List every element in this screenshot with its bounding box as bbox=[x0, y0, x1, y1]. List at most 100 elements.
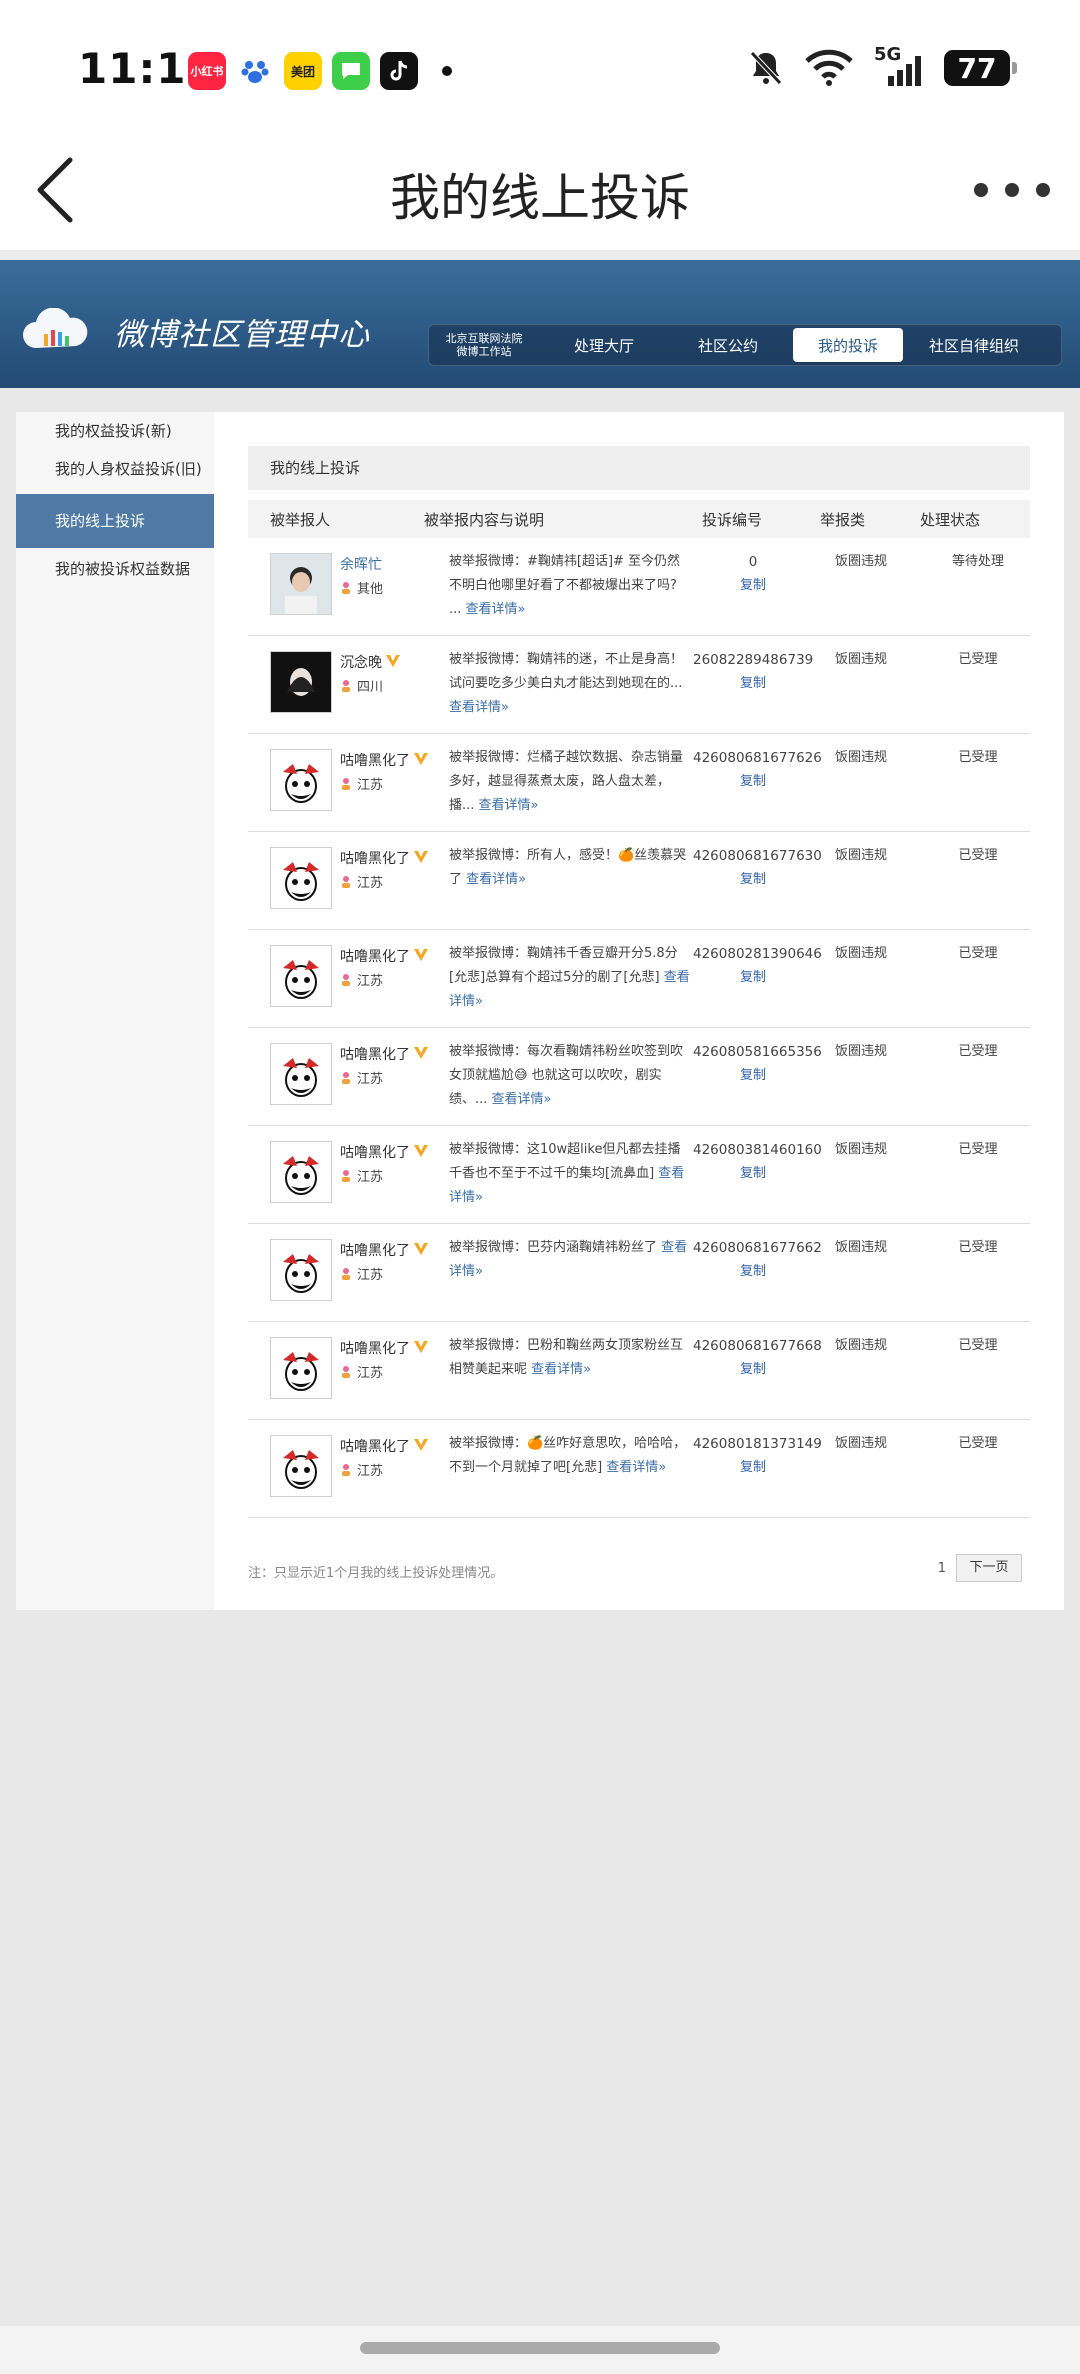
more-notifications-dot bbox=[442, 66, 452, 76]
avatar[interactable] bbox=[270, 1043, 332, 1105]
brand-title: 微博社区管理中心 bbox=[114, 316, 370, 353]
user-gender-icon bbox=[342, 1268, 350, 1280]
reported-user-name[interactable]: 咕噜黑化了 bbox=[340, 1142, 429, 1162]
pagination: 1 下一页 bbox=[938, 1554, 1022, 1582]
complaint-status: 已受理 bbox=[958, 1436, 998, 1451]
table-row: 余晖忙 其他 被举报微博：#鞠婧祎[超话]# 至今仍然不明白他哪里好看了不都被爆出来… bbox=[248, 538, 1030, 636]
reported-user-name[interactable]: 咕噜黑化了 bbox=[340, 848, 429, 868]
reported-user-name[interactable]: 咕噜黑化了 bbox=[340, 1044, 429, 1064]
user-location: 江苏 bbox=[340, 970, 383, 989]
complaint-type: 饭圈违规 bbox=[834, 848, 887, 863]
next-page-button[interactable]: 下一页 bbox=[956, 1554, 1022, 1582]
table-row: 咕噜黑化了 江苏 被举报微博：每次看鞠婧祎粉丝吹签到吹女顶就尴尬😅 也就这可以吹吹，… bbox=[248, 1028, 1030, 1126]
user-gender-icon bbox=[342, 1464, 350, 1476]
tab-beijing-court[interactable]: 北京互联网法院 微博工作站 bbox=[429, 328, 539, 362]
view-details-link[interactable]: 查看详情» bbox=[479, 798, 539, 813]
complaint-content: 被举报微博：鞠婧祎千香豆瓣开分5.8分[允悲]总算有个超过5分的剧了[允悲] 查… bbox=[449, 946, 690, 1009]
avatar[interactable] bbox=[270, 1239, 332, 1301]
user-gender-icon bbox=[342, 1366, 350, 1378]
complaint-number: 426080381460160 复制 bbox=[693, 1138, 822, 1186]
copy-link[interactable]: 复制 bbox=[693, 1260, 813, 1284]
tab-my-complaints[interactable]: 我的投诉 bbox=[793, 328, 903, 362]
view-details-link[interactable]: 查看详情» bbox=[531, 1362, 591, 1377]
copy-link[interactable]: 复制 bbox=[693, 770, 813, 794]
sidebar-item-complained-data[interactable]: 我的被投诉权益数据 bbox=[16, 558, 214, 579]
complaint-type: 饭圈违规 bbox=[834, 1044, 887, 1059]
more-options-icon[interactable] bbox=[974, 170, 1050, 210]
reported-user-name[interactable]: 咕噜黑化了 bbox=[340, 1338, 429, 1358]
user-location: 江苏 bbox=[340, 1166, 383, 1185]
table-row: 咕噜黑化了 江苏 被举报微博：巴芬内涵鞠婧祎粉丝了 查看详情» 42608068167… bbox=[248, 1224, 1030, 1322]
home-indicator[interactable] bbox=[360, 2342, 720, 2354]
reported-user-name[interactable]: 沉念晚 bbox=[340, 652, 401, 672]
reported-user-name[interactable]: 咕噜黑化了 bbox=[340, 946, 429, 966]
user-gender-icon bbox=[342, 680, 350, 692]
copy-link[interactable]: 复制 bbox=[693, 966, 813, 990]
avatar[interactable] bbox=[270, 1141, 332, 1203]
content-area: 我的权益投诉(新) 我的人身权益投诉(旧) 我的线上投诉 我的被投诉权益数据 我… bbox=[16, 412, 1064, 1610]
avatar[interactable] bbox=[270, 1337, 332, 1399]
complaint-type: 饭圈违规 bbox=[834, 1142, 887, 1157]
tab-community-rules[interactable]: 社区公约 bbox=[669, 328, 787, 362]
panel-title: 我的线上投诉 bbox=[248, 446, 1030, 490]
footnote: 注：只显示近1个月我的线上投诉处理情况。 bbox=[248, 1566, 504, 1581]
complaint-status: 已受理 bbox=[958, 750, 998, 765]
complaint-status: 已受理 bbox=[958, 1240, 998, 1255]
tab-self-discipline[interactable]: 社区自律组织 bbox=[909, 328, 1039, 362]
complaint-status: 已受理 bbox=[958, 1142, 998, 1157]
copy-link[interactable]: 复制 bbox=[693, 1064, 813, 1088]
avatar[interactable] bbox=[270, 847, 332, 909]
sidebar-item-rights-complaint-new[interactable]: 我的权益投诉(新) bbox=[16, 420, 214, 441]
user-location: 江苏 bbox=[340, 1068, 383, 1087]
sidebar-item-personal-rights-old[interactable]: 我的人身权益投诉(旧) bbox=[16, 458, 214, 479]
view-details-link[interactable]: 查看详情» bbox=[606, 1460, 666, 1475]
cellular-signal-icon: 5G bbox=[874, 44, 924, 88]
avatar[interactable] bbox=[270, 1435, 332, 1497]
vip-badge-icon bbox=[414, 1341, 428, 1353]
complaint-type: 饭圈违规 bbox=[834, 652, 887, 667]
user-location: 四川 bbox=[340, 676, 383, 695]
col-type: 举报类 bbox=[820, 510, 866, 529]
avatar[interactable] bbox=[270, 553, 332, 615]
view-details-link[interactable]: 查看详情» bbox=[466, 602, 526, 617]
network-type: 5G bbox=[874, 44, 902, 65]
complaint-status: 已受理 bbox=[958, 1044, 998, 1059]
tab-label-line1: 北京互联网法院 bbox=[445, 332, 523, 345]
view-details-link[interactable]: 查看详情» bbox=[466, 872, 526, 887]
complaint-number: 426080181373149 复制 bbox=[693, 1432, 822, 1480]
brand: 微博社区管理中心 bbox=[20, 308, 370, 354]
reported-user-name[interactable]: 咕噜黑化了 bbox=[340, 1240, 429, 1260]
vip-badge-icon bbox=[414, 1145, 428, 1157]
user-gender-icon bbox=[342, 974, 350, 986]
navigation-bar: 我的线上投诉 bbox=[0, 130, 1080, 250]
avatar[interactable] bbox=[270, 651, 332, 713]
avatar[interactable] bbox=[270, 945, 332, 1007]
user-gender-icon bbox=[342, 582, 350, 594]
reported-user-name[interactable]: 咕噜黑化了 bbox=[340, 750, 429, 770]
avatar[interactable] bbox=[270, 749, 332, 811]
status-bar: 11:19 小红书 美团 5G 77 bbox=[0, 0, 1080, 130]
page-title: 我的线上投诉 bbox=[390, 169, 690, 227]
user-gender-icon bbox=[342, 876, 350, 888]
copy-link[interactable]: 复制 bbox=[693, 1456, 813, 1480]
mute-bell-icon bbox=[750, 51, 782, 85]
sidebar-item-online-complaints[interactable]: 我的线上投诉 bbox=[16, 494, 214, 548]
table-row: 咕噜黑化了 江苏 被举报微博：所有人，感受！🍊丝羡慕哭了 查看详情» 42608068… bbox=[248, 832, 1030, 930]
complaint-type: 饭圈违规 bbox=[834, 1436, 887, 1451]
copy-link[interactable]: 复制 bbox=[693, 672, 813, 696]
view-details-link[interactable]: 查看详情» bbox=[492, 1092, 552, 1107]
copy-link[interactable]: 复制 bbox=[693, 1358, 813, 1382]
tab-processing-hall[interactable]: 处理大厅 bbox=[539, 328, 669, 362]
copy-link[interactable]: 复制 bbox=[693, 574, 813, 598]
copy-link[interactable]: 复制 bbox=[693, 1162, 813, 1186]
user-gender-icon bbox=[342, 778, 350, 790]
col-content: 被举报内容与说明 bbox=[424, 510, 545, 529]
view-details-link[interactable]: 查看详情» bbox=[449, 700, 509, 715]
copy-link[interactable]: 复制 bbox=[693, 868, 813, 892]
reported-user-name[interactable]: 余晖忙 bbox=[340, 554, 382, 574]
table-row: 咕噜黑化了 江苏 被举报微博：🍊丝咋好意思吹，哈哈哈，不到一个月就掉了吧[允悲] 查… bbox=[248, 1420, 1030, 1518]
reported-user-name[interactable]: 咕噜黑化了 bbox=[340, 1436, 429, 1456]
complaint-content: 被举报微博：巴粉和鞠丝两女顶家粉丝互相赞美起来呢 查看详情» bbox=[449, 1338, 684, 1377]
user-location: 江苏 bbox=[340, 1460, 383, 1479]
complaints-panel: 我的线上投诉 被举报人 被举报内容与说明 投诉编号 举报类 处理状态 余晖忙 其他… bbox=[248, 446, 1030, 1582]
